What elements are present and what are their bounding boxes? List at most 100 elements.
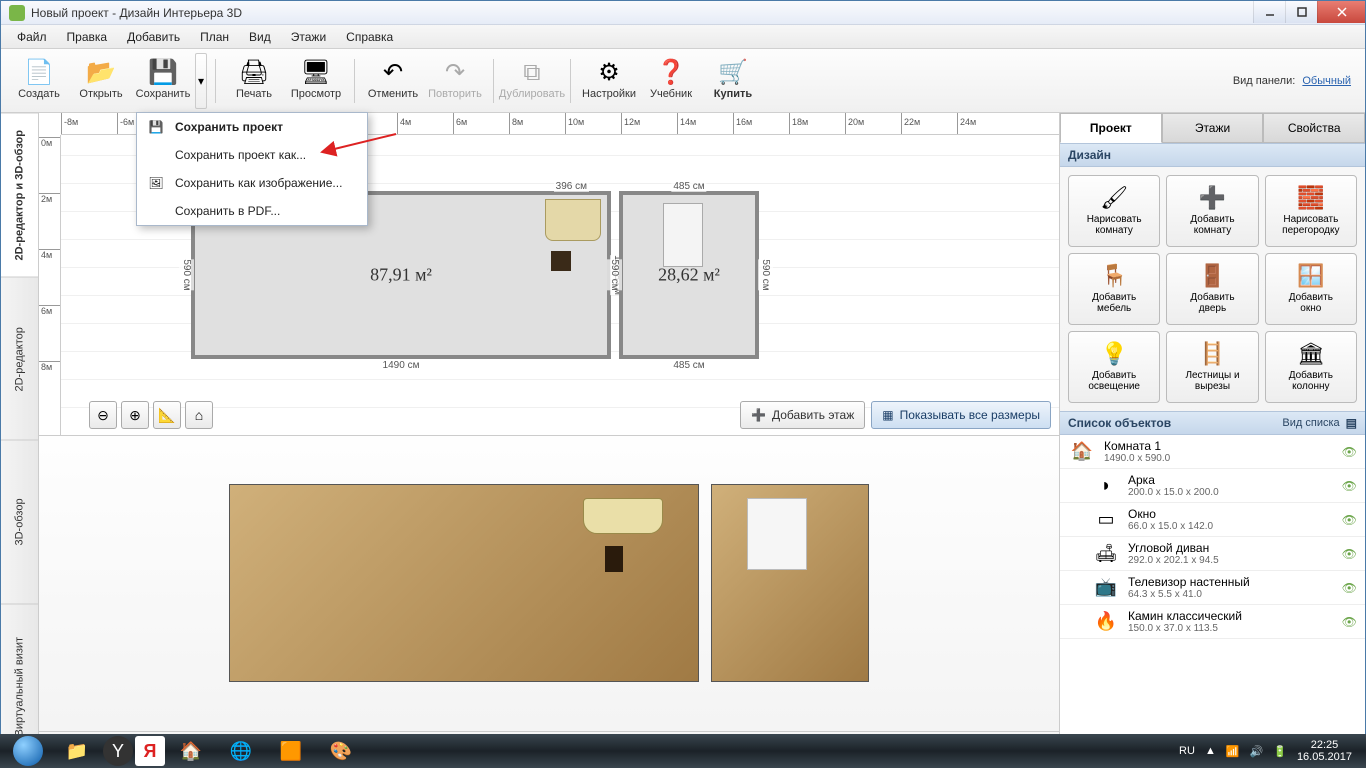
plan-2d-right-controls: ➕Добавить этаж ▦Показывать все размеры bbox=[740, 401, 1051, 429]
print-icon: 🖨 bbox=[239, 61, 269, 85]
taskbar-app[interactable]: 🏠 bbox=[167, 736, 215, 766]
system-tray: RU ▲ 📶 🔊 🔋 22:25 16.05.2017 bbox=[1179, 739, 1362, 763]
side-tabs: 2D-редактор и 3D-обзор2D-редактор3D-обзо… bbox=[1, 113, 39, 767]
taskbar-paint[interactable]: 🎨 bbox=[317, 736, 365, 766]
tray-battery-icon[interactable]: 🔋 bbox=[1273, 745, 1287, 758]
undo-icon: ↶ bbox=[383, 61, 403, 85]
taskbar-app2[interactable]: 🟧 bbox=[267, 736, 315, 766]
room-2[interactable]: 28,62 м² 485 см 590 см 590 см 485 см bbox=[619, 191, 759, 359]
object-row-0[interactable]: 🏠Комната 11490.0 x 590.0👁 bbox=[1060, 435, 1365, 469]
visibility-icon[interactable]: 👁 bbox=[1342, 479, 1357, 493]
design-cell-2[interactable]: 🧱Нарисоватьперегородку bbox=[1265, 175, 1357, 247]
tv-3d[interactable] bbox=[605, 546, 623, 572]
objects-header: Список объектов Вид списка ▤ bbox=[1060, 411, 1365, 435]
sofa-2d[interactable] bbox=[545, 199, 601, 241]
dropdown-item-2[interactable]: 🖼Сохранить как изображение... bbox=[137, 169, 367, 197]
menu-вид[interactable]: Вид bbox=[239, 27, 281, 47]
toolbar-open[interactable]: 📂Открыть bbox=[71, 53, 131, 109]
design-cell-6[interactable]: 💡Добавитьосвещение bbox=[1068, 331, 1160, 403]
sidetab-2[interactable]: 3D-обзор bbox=[1, 440, 38, 604]
menu-файл[interactable]: Файл bbox=[7, 27, 57, 47]
view-3d[interactable] bbox=[39, 435, 1059, 731]
design-cell-5[interactable]: 🪟Добавитьокно bbox=[1265, 253, 1357, 325]
zoom-out-button[interactable]: ⊖ bbox=[89, 401, 117, 429]
right-tabs: ПроектЭтажиСвойства bbox=[1060, 113, 1365, 143]
toolbar-buy[interactable]: 🛒Купить bbox=[703, 53, 763, 109]
object-row-2[interactable]: ▭Окно66.0 x 15.0 x 142.0👁 bbox=[1060, 503, 1365, 537]
right-tab-1[interactable]: Этажи bbox=[1162, 113, 1264, 143]
preview-icon: 🖥 bbox=[301, 61, 331, 85]
sidetab-0[interactable]: 2D-редактор и 3D-обзор bbox=[1, 113, 38, 277]
sofa-3d[interactable] bbox=[583, 498, 663, 534]
design-cell-1[interactable]: ➕Добавитькомнату bbox=[1166, 175, 1258, 247]
object-row-1[interactable]: ◗Арка200.0 x 15.0 x 200.0👁 bbox=[1060, 469, 1365, 503]
tray-network-icon[interactable]: 📶 bbox=[1226, 745, 1240, 758]
right-panel: ПроектЭтажиСвойства Дизайн 🖌Нарисоватько… bbox=[1059, 113, 1365, 767]
object-row-5[interactable]: 🔥Камин классический150.0 x 37.0 x 113.5👁 bbox=[1060, 605, 1365, 639]
design-cell-7[interactable]: 🪜Лестницы ивырезы bbox=[1166, 331, 1258, 403]
home-button[interactable]: ⌂ bbox=[185, 401, 213, 429]
panel-mode-link[interactable]: Обычный bbox=[1302, 75, 1351, 87]
right-tab-0[interactable]: Проект bbox=[1060, 113, 1162, 143]
tray-lang[interactable]: RU bbox=[1179, 745, 1195, 757]
taskbar-chrome[interactable]: 🌐 bbox=[217, 736, 265, 766]
toolbar-settings[interactable]: ⚙Настройки bbox=[579, 53, 639, 109]
minimize-button[interactable] bbox=[1253, 1, 1285, 23]
toolbar-print[interactable]: 🖨Печать bbox=[224, 53, 284, 109]
help-icon: ❓ bbox=[656, 61, 686, 85]
design-cell-8[interactable]: 🏛Добавитьколонну bbox=[1265, 331, 1357, 403]
sidetab-1[interactable]: 2D-редактор bbox=[1, 277, 38, 441]
object-row-3[interactable]: 🛋Угловой диван292.0 x 202.1 x 94.5👁 bbox=[1060, 537, 1365, 571]
toolbar-save-split[interactable]: ▾ bbox=[195, 53, 207, 109]
toolbar-help[interactable]: ❓Учебник bbox=[641, 53, 701, 109]
show-dimensions-button[interactable]: ▦Показывать все размеры bbox=[871, 401, 1051, 429]
taskbar-explorer[interactable]: 📁 bbox=[53, 736, 101, 766]
taskbar-yandex[interactable]: Y bbox=[103, 736, 133, 766]
taskbar-ya[interactable]: Я bbox=[135, 736, 165, 766]
tray-clock[interactable]: 22:25 16.05.2017 bbox=[1297, 739, 1352, 763]
menu-справка[interactable]: Справка bbox=[336, 27, 403, 47]
toolbar-preview[interactable]: 🖥Просмотр bbox=[286, 53, 346, 109]
plan-2d-controls: ⊖ ⊕ 📐 ⌂ bbox=[89, 401, 213, 429]
toolbar-undo[interactable]: ↶Отменить bbox=[363, 53, 423, 109]
right-tab-2[interactable]: Свойства bbox=[1263, 113, 1365, 143]
menu-добавить[interactable]: Добавить bbox=[117, 27, 190, 47]
dropdown-item-3[interactable]: Сохранить в PDF... bbox=[137, 197, 367, 225]
add-floor-button[interactable]: ➕Добавить этаж bbox=[740, 401, 865, 429]
titlebar: Новый проект - Дизайн Интерьера 3D bbox=[1, 1, 1365, 25]
visibility-icon[interactable]: 👁 bbox=[1342, 547, 1357, 561]
window-controls bbox=[1253, 1, 1365, 24]
floor-3d bbox=[229, 484, 869, 684]
design-cell-3[interactable]: 🪑Добавитьмебель bbox=[1068, 253, 1160, 325]
toolbar-redo: ↷Повторить bbox=[425, 53, 485, 109]
design-header: Дизайн bbox=[1060, 143, 1365, 167]
buy-icon: 🛒 bbox=[718, 61, 748, 85]
new-icon: 📄 bbox=[24, 61, 54, 85]
visibility-icon[interactable]: 👁 bbox=[1342, 513, 1357, 527]
menu-правка[interactable]: Правка bbox=[57, 27, 118, 47]
close-button[interactable] bbox=[1317, 1, 1365, 23]
save-dropdown: 💾Сохранить проектСохранить проект как...… bbox=[136, 112, 368, 226]
design-cell-0[interactable]: 🖌Нарисоватькомнату bbox=[1068, 175, 1160, 247]
maximize-button[interactable] bbox=[1285, 1, 1317, 23]
menu-этажи[interactable]: Этажи bbox=[281, 27, 336, 47]
zoom-in-button[interactable]: ⊕ bbox=[121, 401, 149, 429]
list-view-toggle[interactable]: Вид списка bbox=[1282, 417, 1339, 429]
start-button[interactable] bbox=[4, 734, 52, 768]
menu-план[interactable]: План bbox=[190, 27, 239, 47]
toolbar-save[interactable]: 💾Сохранить bbox=[133, 53, 193, 109]
visibility-icon[interactable]: 👁 bbox=[1342, 581, 1357, 595]
menubar: ФайлПравкаДобавитьПланВидЭтажиСправка bbox=[1, 25, 1365, 49]
design-cell-4[interactable]: 🚪Добавитьдверь bbox=[1166, 253, 1258, 325]
tray-flag-icon[interactable]: ▲ bbox=[1205, 745, 1216, 757]
dup-icon: ⧉ bbox=[523, 61, 540, 85]
visibility-icon[interactable]: 👁 bbox=[1342, 615, 1357, 629]
bed-2d[interactable] bbox=[663, 203, 703, 267]
visibility-icon[interactable]: 👁 bbox=[1342, 445, 1357, 459]
tv-2d[interactable] bbox=[551, 251, 571, 271]
tray-sound-icon[interactable]: 🔊 bbox=[1250, 745, 1264, 758]
bed-3d[interactable] bbox=[747, 498, 807, 570]
toolbar-new[interactable]: 📄Создать bbox=[9, 53, 69, 109]
object-row-4[interactable]: 📺Телевизор настенный64.3 x 5.5 x 41.0👁 bbox=[1060, 571, 1365, 605]
measure-button[interactable]: 📐 bbox=[153, 401, 181, 429]
